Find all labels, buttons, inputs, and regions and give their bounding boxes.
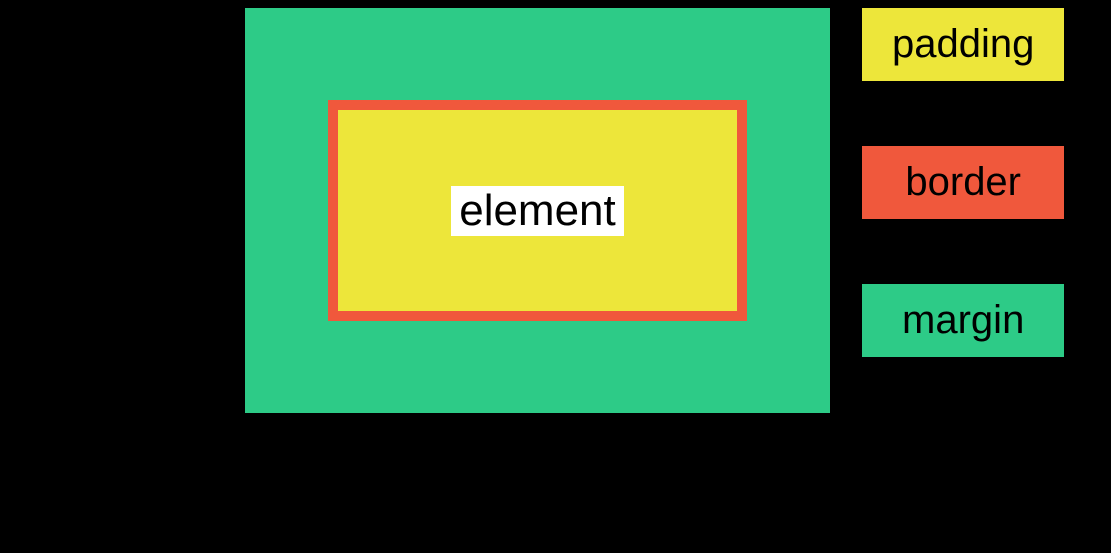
legend-margin: margin — [862, 284, 1064, 357]
box-model-diagram: element — [245, 8, 830, 413]
legend-padding: padding — [862, 8, 1064, 81]
legend: padding border margin — [862, 8, 1064, 357]
padding-border-box: element — [328, 100, 747, 321]
element-label: element — [451, 186, 624, 236]
legend-border: border — [862, 146, 1064, 219]
